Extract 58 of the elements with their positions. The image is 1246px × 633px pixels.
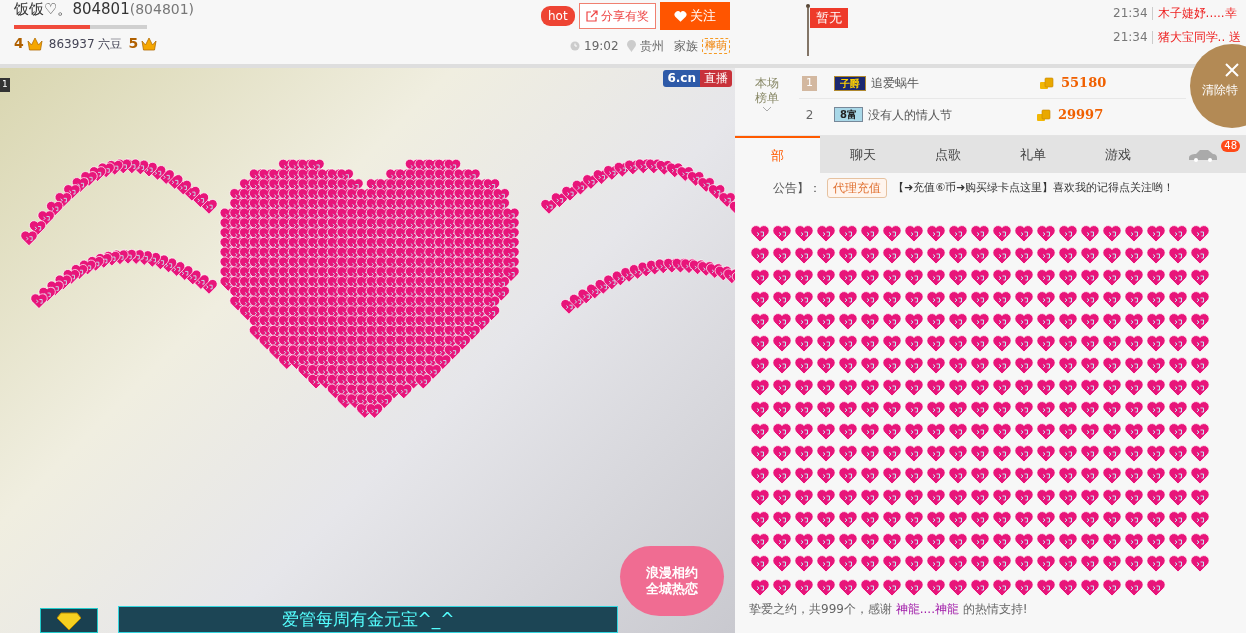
room-id: (804801)	[129, 0, 195, 18]
ranking-title: 榜单	[755, 91, 779, 106]
location-text: 贵州	[639, 38, 664, 55]
ranking-title: 本场	[755, 76, 779, 91]
panel-tab[interactable]: 点歌	[905, 136, 990, 173]
beans-count: 863937 六豆	[48, 35, 123, 53]
level-number: 4	[14, 34, 24, 53]
ticker-time: 21:34	[1113, 29, 1148, 46]
user-name[interactable]: 没有人的情人节	[867, 105, 1036, 124]
user-link[interactable]: 神龍....神龍	[895, 602, 959, 616]
rank-badge: 子爵	[834, 75, 866, 91]
share-button[interactable]: 分享有奖	[578, 3, 656, 29]
ticker-message[interactable]: 木子婕妤.....幸	[1151, 6, 1237, 20]
flag-label: 暂无	[810, 8, 848, 28]
rank-badge: 8富	[834, 107, 863, 122]
panel-tab[interactable]: 礼单	[990, 136, 1075, 173]
announcement-label: 公告】：	[773, 180, 821, 197]
coin-stack-icon	[1039, 76, 1055, 90]
banner-text: 爱管每周有金元宝^_^	[281, 607, 455, 632]
promo-heart-badge[interactable]: 浪漫相约 全城热恋	[620, 546, 724, 616]
car-icon[interactable]	[1188, 147, 1218, 162]
heart-icon	[673, 10, 687, 22]
rank-number: 2	[804, 106, 815, 124]
level-number: 5	[128, 34, 139, 53]
crown-icon	[26, 36, 43, 51]
user-name[interactable]: 追爱蜗牛	[871, 74, 1039, 92]
crown-icon	[141, 36, 158, 51]
chevron-down-icon	[762, 106, 772, 112]
clock-icon	[570, 41, 580, 51]
family-tag[interactable]: 檸萌	[701, 38, 730, 54]
gift-message-text: 挚爱之约，共999个，感谢 神龍....神龍 的热情支持!	[749, 601, 1029, 618]
close-icon	[1224, 62, 1240, 78]
agent-recharge-tag[interactable]: 代理充值	[827, 178, 887, 198]
score-value: 55180	[1061, 74, 1107, 93]
site-logo: 6.cn	[663, 70, 700, 87]
panel-tab[interactable]: 部	[735, 136, 820, 173]
panel-tab[interactable]: 聊天	[820, 136, 905, 173]
clear-effects-button[interactable]: 清除特	[1190, 44, 1246, 128]
flag-pole-icon	[806, 4, 810, 56]
time-text: 19:02	[584, 38, 619, 55]
panel-tab[interactable]: 游戏	[1075, 136, 1160, 173]
rank-number: 1	[802, 75, 817, 91]
promo-text: 全城热恋	[646, 581, 698, 597]
announcement-text[interactable]: 【➜充值⑥币➜购买绿卡点这里】喜欢我的记得点关注哟！	[893, 179, 1175, 197]
hot-badge: hot	[541, 6, 575, 26]
score-value: 29997	[1057, 105, 1104, 124]
ticker-time: 21:34	[1113, 5, 1148, 22]
live-badge: 直播	[700, 70, 732, 87]
share-icon	[585, 10, 598, 22]
promo-text: 浪漫相约	[646, 565, 698, 581]
family-label: 家族	[673, 38, 698, 55]
location-pin-icon	[626, 40, 636, 52]
room-title: 饭饭♡。804801	[14, 0, 130, 18]
count-badge: 48	[1221, 140, 1240, 152]
coin-stack-icon	[1035, 107, 1052, 122]
corner-number: 1	[0, 78, 10, 92]
ticker-message[interactable]: 猪大宝同学.. 送	[1151, 30, 1242, 44]
follow-button[interactable]: 关注	[659, 2, 730, 30]
